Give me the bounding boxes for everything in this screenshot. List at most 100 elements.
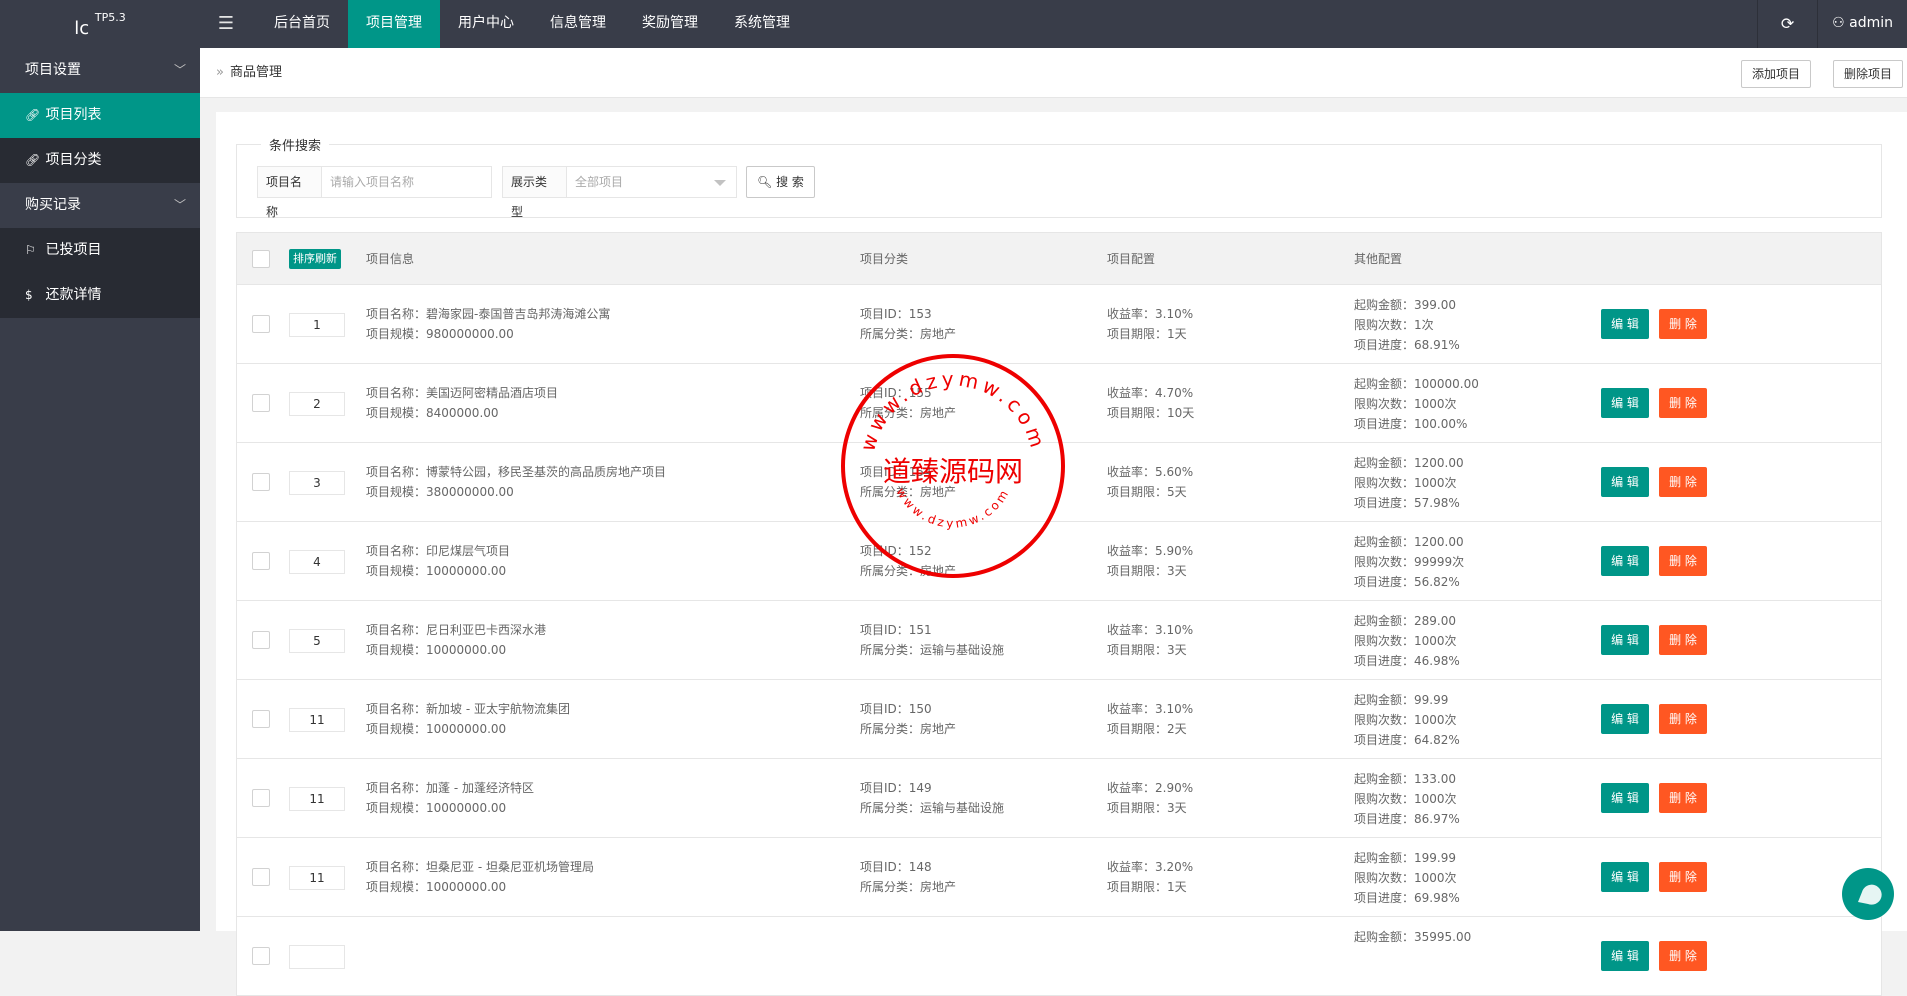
project-cat: 所属分类：房地产 (860, 880, 957, 894)
row-checkbox[interactable] (252, 473, 270, 491)
nav-item-1[interactable]: 项目管理 (348, 0, 440, 48)
project-config: 收益率：5.60% 项目期限：5天 (1107, 462, 1193, 502)
table-row: 11 项目名称：坦桑尼亚 - 坦桑尼亚机场管理局 项目规模：10000000.00 项… (236, 838, 1882, 917)
refresh-icon[interactable]: ⟳ (1757, 0, 1817, 48)
user-menu[interactable]: ⚇ admin (1817, 0, 1907, 48)
edit-button[interactable]: 编 辑 (1601, 704, 1649, 734)
project-period: 项目期限：1天 (1107, 327, 1187, 341)
min-amount: 起购金额：1200.00 (1354, 535, 1464, 549)
user-icon: ⚇ (1832, 15, 1845, 31)
sidebar-group-1[interactable]: 购买记录 ﹀ (0, 183, 200, 228)
project-scale: 项目规模：10000000.00 (366, 722, 507, 736)
chevron-down-icon: ﹀ (173, 198, 186, 212)
project-config: 收益率：2.90% 项目期限：3天 (1107, 778, 1193, 818)
project-rate: 收益率：4.70% (1107, 386, 1194, 400)
project-category: 项目ID：149 所属分类：运输与基础设施 (860, 778, 1004, 818)
edit-button[interactable]: 编 辑 (1601, 783, 1649, 813)
project-scale: 项目规模：10000000.00 (366, 564, 507, 578)
order-input[interactable]: 2 (289, 392, 345, 416)
delete-button[interactable]: 删 除 (1659, 467, 1707, 497)
name-input[interactable]: 请输入项目名称 (322, 166, 492, 198)
nav-item-2[interactable]: 用户中心 (440, 0, 532, 48)
sidebar-item-1-0[interactable]: ⚐ 已投项目 (0, 228, 200, 273)
project-progress: 项目进度：64.82% (1354, 733, 1460, 747)
edit-button[interactable]: 编 辑 (1601, 941, 1649, 971)
sidebar-item-1-1[interactable]: $ 还款详情 (0, 273, 200, 318)
select-all-checkbox[interactable] (252, 250, 270, 268)
project-cat: 所属分类：运输与基础设施 (860, 801, 1005, 815)
delete-button[interactable]: 删 除 (1659, 941, 1707, 971)
flag-icon: ⚐ (25, 243, 36, 257)
order-input[interactable]: 1 (289, 313, 345, 337)
sidebar-item-label: 还款详情 (45, 287, 102, 303)
sidebar-group-0[interactable]: 项目设置 ﹀ (0, 48, 200, 93)
order-input[interactable]: 11 (289, 787, 345, 811)
edit-button[interactable]: 编 辑 (1601, 862, 1649, 892)
sidebar-item-label: 项目分类 (45, 152, 102, 168)
order-input[interactable]: 11 (289, 708, 345, 732)
delete-button[interactable]: 删 除 (1659, 704, 1707, 734)
project-progress: 项目进度：56.82% (1354, 575, 1460, 589)
chat-icon[interactable] (1842, 868, 1894, 920)
table-row: 5 项目名称：尼日利亚巴卡西深水港 项目规模：10000000.00 项目ID：151… (236, 601, 1882, 680)
sidebar-item-label: 项目列表 (45, 107, 102, 123)
row-checkbox[interactable] (252, 315, 270, 333)
project-category: 项目ID：151 所属分类：运输与基础设施 (860, 620, 1004, 660)
sort-refresh-button[interactable]: 排序刷新 (289, 249, 341, 269)
project-name: 项目名称：美国迈阿密精品酒店项目 (366, 386, 559, 400)
logo[interactable]: lc TP5.3 (0, 0, 200, 48)
row-checkbox[interactable] (252, 868, 270, 886)
project-id: 项目ID：149 (860, 781, 932, 795)
edit-button[interactable]: 编 辑 (1601, 309, 1649, 339)
project-progress: 项目进度：68.91% (1354, 338, 1460, 352)
row-checkbox[interactable] (252, 947, 270, 965)
edit-button[interactable]: 编 辑 (1601, 546, 1649, 576)
sidebar-item-0-0[interactable]: 🔗︎ 项目列表 (0, 93, 200, 138)
order-input[interactable]: 11 (289, 866, 345, 890)
sidebar-item-0-1[interactable]: 🔗︎ 项目分类 (0, 138, 200, 183)
delete-button[interactable]: 删 除 (1659, 388, 1707, 418)
min-amount: 起购金额：133.00 (1354, 772, 1456, 786)
nav-item-5[interactable]: 系统管理 (716, 0, 808, 48)
order-input[interactable]: 4 (289, 550, 345, 574)
nav-item-0[interactable]: 后台首页 (256, 0, 348, 48)
other-config: 起购金额：35995.00 (1354, 927, 1471, 947)
project-name: 项目名称：尼日利亚巴卡西深水港 (366, 623, 547, 637)
project-rate: 收益率：5.60% (1107, 465, 1194, 479)
order-input[interactable]: 3 (289, 471, 345, 495)
project-config: 收益率：3.10% 项目期限：1天 (1107, 304, 1193, 344)
type-select[interactable]: 全部项目 (567, 166, 737, 198)
min-amount: 起购金额：35995.00 (1354, 930, 1472, 944)
edit-button[interactable]: 编 辑 (1601, 388, 1649, 418)
nav-item-3[interactable]: 信息管理 (532, 0, 624, 48)
delete-button[interactable]: 删 除 (1659, 625, 1707, 655)
row-checkbox[interactable] (252, 710, 270, 728)
delete-project-button[interactable]: 删除项目 (1833, 60, 1904, 88)
row-checkbox[interactable] (252, 552, 270, 570)
purchase-limit: 限购次数：1次 (1354, 318, 1434, 332)
delete-button[interactable]: 删 除 (1659, 862, 1707, 892)
edit-button[interactable]: 编 辑 (1601, 467, 1649, 497)
search-button[interactable]: 🔍︎ 搜 索 (746, 166, 815, 198)
other-config: 起购金额：1200.00 限购次数：1000次 项目进度：57.98% (1354, 453, 1464, 513)
row-checkbox[interactable] (252, 394, 270, 412)
sidebar: 项目设置 ﹀ 🔗︎ 项目列表 🔗︎ 项目分类 购买记录 ﹀ ⚐ 已投项目 $ 还款详情 (0, 48, 200, 931)
row-checkbox[interactable] (252, 631, 270, 649)
order-input[interactable]: 5 (289, 629, 345, 653)
min-amount: 起购金额：1200.00 (1354, 456, 1464, 470)
project-table: 排序刷新 项目信息 项目分类 项目配置 其他配置 1 项目名称：碧海家园-泰国普吉… (236, 232, 1882, 996)
nav-item-4[interactable]: 奖励管理 (624, 0, 716, 48)
project-scale: 项目规模：380000000.00 (366, 485, 514, 499)
menu-toggle-icon[interactable]: ☰ (200, 0, 252, 48)
header-info: 项目信息 (366, 252, 415, 266)
row-checkbox[interactable] (252, 789, 270, 807)
edit-button[interactable]: 编 辑 (1601, 625, 1649, 655)
delete-button[interactable]: 删 除 (1659, 783, 1707, 813)
order-input[interactable] (289, 945, 345, 969)
delete-button[interactable]: 删 除 (1659, 309, 1707, 339)
add-project-button[interactable]: 添加项目 (1741, 60, 1812, 88)
project-rate: 收益率：3.20% (1107, 860, 1194, 874)
other-config: 起购金额：199.99 限购次数：1000次 项目进度：69.98% (1354, 848, 1460, 908)
delete-button[interactable]: 删 除 (1659, 546, 1707, 576)
other-config: 起购金额：133.00 限购次数：1000次 项目进度：86.97% (1354, 769, 1460, 829)
